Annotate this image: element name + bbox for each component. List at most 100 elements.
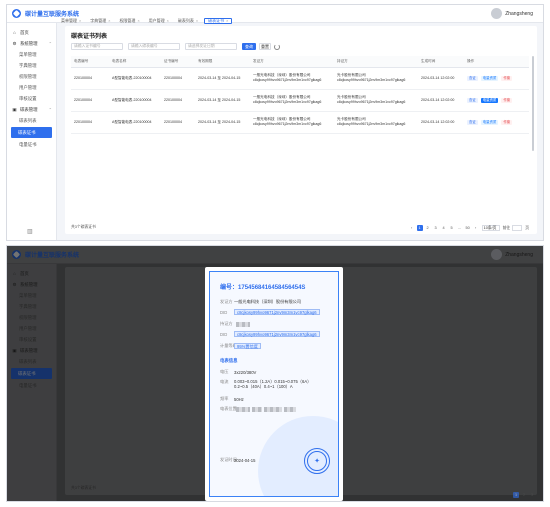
close-icon[interactable]: × [108,19,110,23]
col-meter-name: 电表名称 [109,56,161,68]
table-row: 220100004 A型智能电表-220100004 220100004 202… [71,67,529,90]
page-1[interactable]: 1 [416,225,423,231]
scrollbar[interactable] [532,56,534,151]
redacted-holder [236,321,250,327]
tab-meter-list[interactable]: 碳表列表 × [175,18,201,24]
goto-label: 前往 [502,225,511,230]
home-icon: ⌂ [13,30,16,35]
view-button[interactable]: 查证 [467,119,478,125]
cell-validity: 2024-03-14 至 2024-04-15 [195,89,250,112]
view-button[interactable]: 查证 [467,97,478,103]
collapse-icon[interactable]: ▥ [27,228,33,235]
close-icon[interactable]: × [79,19,81,23]
page-title: 碳表证书列表 [71,34,108,40]
sidebar-item-meter-list[interactable]: 碳表列表 [7,115,56,126]
cell-holder: 光卡股份有限公司 c8cjkosy99hvo9671j2nv9m3m1vc97gl… [334,67,418,90]
cert-no-input[interactable]: 请输入证书编号 [71,43,123,50]
chevron-up-icon: ⌃ [48,107,52,112]
cell-ops: 查证 电量资质 作废 [464,89,529,112]
user-name: Zhangsheng [505,10,533,17]
cell-issuer: 一般光电科技（深圳）股份有限公司 c8cjkosy99hvo9671j2nv9m3… [250,111,334,134]
cell-cert-no: 220100004 [161,111,195,134]
cell-ops: 查证 电量资质 作废 [464,111,529,134]
page-3[interactable]: 3 [433,225,439,231]
col-holder: 持证方 [334,56,418,68]
prev-page-icon[interactable]: ‹ [409,225,415,231]
close-icon[interactable]: × [226,19,228,23]
tab-meter-cert[interactable]: 碳表证书 × [204,18,233,24]
issue-date-picker[interactable]: 请选择发证日期 [185,43,237,50]
void-button[interactable]: 作废 [501,97,513,103]
cell-meter-name: A型智能电表-220100004 [109,89,161,112]
sidebar-item-meter[interactable]: ▣ 碳表管理 ⌃ [7,104,56,115]
redacted-location [236,406,250,412]
sidebar-item-dict[interactable]: 字典管理 [7,60,56,71]
reset-button[interactable]: 重置 [259,43,271,50]
total-count: 共3个碳表证书 [71,225,96,229]
close-icon[interactable]: × [196,19,198,23]
power-cert-button[interactable]: 电量资质 [480,75,499,81]
tab-users[interactable]: 用户管理 × [146,18,172,24]
close-icon[interactable]: × [167,19,169,23]
cell-created: 2024-03-14 12:02:00 [418,67,464,90]
tab-dict[interactable]: 字典管理 × [87,18,113,24]
close-icon[interactable]: × [137,19,139,23]
cell-meter-no: 220100004 [71,89,109,112]
cert-level-row: 计量等级 95%置信度 [220,343,261,349]
sidebar-item-system[interactable]: ⚙ 系统管理 ⌃ [7,38,56,49]
cell-holder: 光卡股份有限公司 c8cjkosy99hvo9671j2nv9m3m1vc97gl… [334,111,418,134]
sidebar: ⌂ 首页 ⚙ 系统管理 ⌃ 菜单管理 字典管理 权限管理 用户管理 审核设置 ▣ 碳表管… [7,23,57,240]
table-row: 220100004 A型智能电表-220100004 220100004 202… [71,89,529,112]
page-3[interactable]: 3 [529,492,535,498]
page-2[interactable]: 2 [425,225,431,231]
tab-permission[interactable]: 权限管理 × [116,18,142,24]
cert-date-row: 发证时间 2024-04-15 [220,457,256,463]
sidebar-item-menu[interactable]: 菜单管理 [7,49,56,60]
refresh-icon[interactable] [274,43,280,50]
search-button[interactable]: 查询 [242,43,256,50]
void-button[interactable]: 作废 [501,119,513,125]
page-1[interactable]: 1 [513,492,519,498]
meter-icon: ▣ [12,106,17,112]
logo-icon [12,9,21,18]
cell-meter-no: 220100004 [71,111,109,134]
sidebar-item-audit[interactable]: 审核设置 [7,93,56,104]
meter-info-section: 电表信息 [220,358,238,363]
certificate-modal: 编号：1754568416458456454S 发证方 一般光电科技（深圳）股份有… [205,267,343,501]
cert-table: 电表编号 电表名称 证书编号 有效期限 发证方 持证方 生成时间 操作 2201… [71,56,529,134]
cell-issuer: 一般光电科技（深圳）股份有限公司 c8cjkosy99hvo9671j2nv9m3… [250,89,334,112]
pagination: 1 2 3 [511,492,535,498]
sidebar-item-users[interactable]: 用户管理 [7,82,56,93]
view-button[interactable]: 查证 [467,75,478,81]
page-ellipsis[interactable]: ... [457,225,463,231]
col-created: 生成时间 [418,56,464,68]
power-cert-button[interactable]: 电量资质 [480,119,499,125]
goto-input[interactable] [512,225,523,231]
list-screenshot: 碳计量互联服务系统 Zhangsheng ⌂ 首页 ⚙ 系统管理 ⌃ 菜单管理 字典管… [6,4,544,241]
col-meter-no: 电表编号 [71,56,109,68]
meter-no-input[interactable]: 请输入碳表编号 [128,43,180,50]
sidebar-item-power-cert[interactable]: 电量证书 [7,139,56,150]
user-menu[interactable]: Zhangsheng [491,8,533,19]
page-5[interactable]: 5 [449,225,455,231]
cell-created: 2024-03-14 12:02:00 [418,89,464,112]
cell-ops: 查证 电量资质 作废 [464,67,529,90]
page-2[interactable]: 2 [521,492,527,498]
cert-current-row: 电流 0.003~0.015（1.2A）0.015~0.075（6A）0.2~0.… [220,379,312,389]
cell-validity: 2024-03-14 至 2024-04-15 [195,111,250,134]
sidebar-item-home[interactable]: ⌂首页 [7,27,56,38]
redacted-location [264,406,282,412]
page-4[interactable]: 4 [441,225,447,231]
sidebar-item-meter-cert[interactable]: 碳表证书 [11,127,52,138]
cell-issuer: 一般光电科技（深圳）股份有限公司 c8cjkosy99hvo9671j2nv9m3… [250,67,334,90]
col-issuer: 发证方 [250,56,334,68]
sidebar-item-permission[interactable]: 权限管理 [7,71,56,82]
col-cert-no: 证书编号 [161,56,195,68]
page-last[interactable]: 50 [465,225,471,231]
void-button[interactable]: 作废 [501,75,513,81]
next-page-icon[interactable]: › [473,225,479,231]
power-cert-button[interactable]: 电量资质 [480,97,499,103]
tab-menu[interactable]: 菜单管理 × [58,18,84,24]
page-size-select[interactable]: 10条/页 [481,225,500,231]
settings-icon: ⚙ [12,40,17,46]
